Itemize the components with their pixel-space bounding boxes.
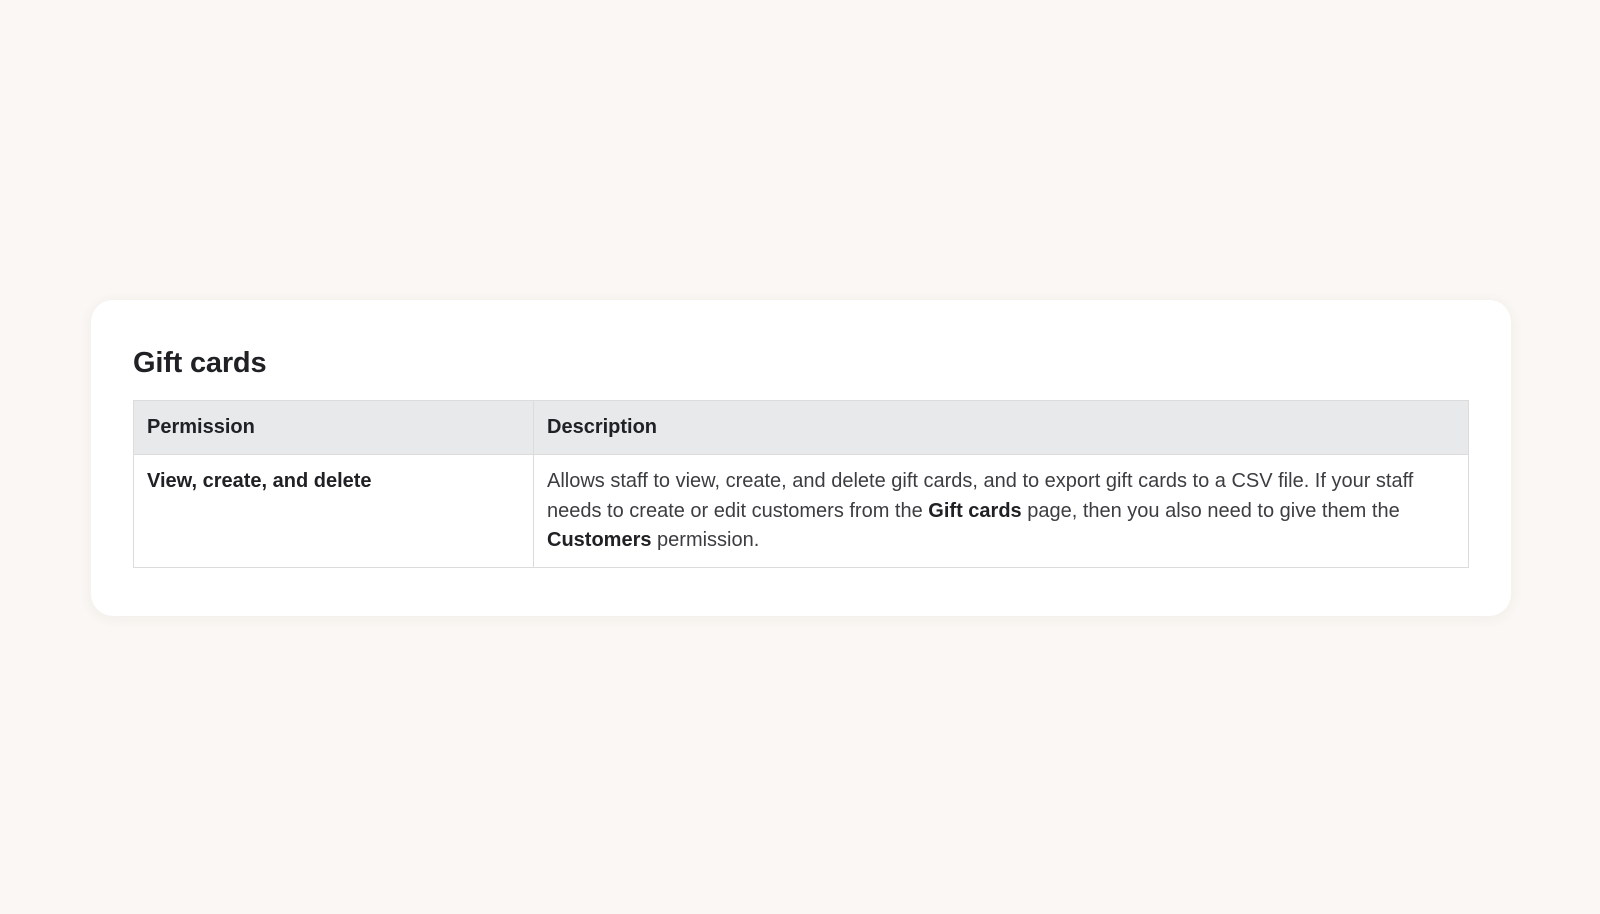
description-bold-gift-cards: Gift cards — [928, 499, 1022, 522]
description-text-part2: page, then you also need to give them th… — [1021, 499, 1400, 522]
table-row: View, create, and delete Allows staff to… — [134, 454, 1469, 568]
table-header-row: Permission Description — [133, 400, 1469, 455]
permissions-table: Permission Description View, create, and… — [133, 400, 1469, 568]
column-header-permission: Permission — [133, 400, 534, 455]
section-title: Gift cards — [133, 347, 267, 379]
column-header-description: Description — [533, 400, 1469, 455]
description-cell: Allows staff to view, create, and delete… — [533, 454, 1469, 567]
description-text-part3: permission. — [651, 529, 760, 551]
permission-name: View, create, and delete — [147, 470, 372, 492]
gift-cards-permissions-card: Gift cards Permission Description View, … — [91, 300, 1511, 616]
permission-cell: View, create, and delete — [134, 455, 534, 568]
description-bold-customers: Customers — [547, 529, 652, 551]
